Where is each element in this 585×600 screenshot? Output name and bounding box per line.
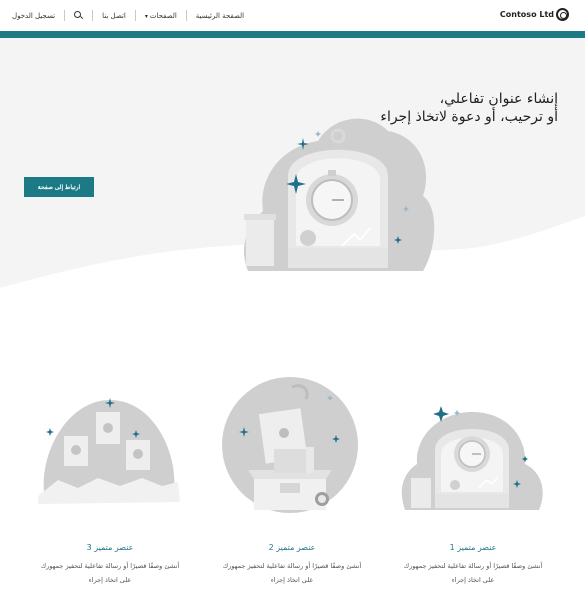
nav-divider <box>185 10 187 21</box>
search-icon[interactable] <box>74 11 83 20</box>
feature-1-illustration <box>401 406 543 510</box>
feature-1-title: عنصر متميز 1 <box>449 543 497 552</box>
feature-3-description: أنشئ وصفًا قصيرًا أو رسالة تفاعلية لتحفي… <box>30 559 190 587</box>
main-nav: تسجيل الدخول اتصل بنا ▾ الصفحات الصفحة ال… <box>12 10 244 21</box>
feature-2-description: أنشئ وصفًا قصيرًا أو رسالة تفاعلية لتحفي… <box>212 559 372 587</box>
feature-2-illustration <box>222 377 358 513</box>
feature-2-title: عنصر متميز 2 <box>268 543 316 552</box>
nav-divider <box>134 10 136 21</box>
nav-divider <box>64 10 66 21</box>
hero-section: إنشاء عنوان تفاعلي، أو ترحيب، أو دعوة لا… <box>0 38 585 300</box>
feature-1-description: أنشئ وصفًا قصيرًا أو رسالة تفاعلية لتحفي… <box>393 559 553 587</box>
site-header: تسجيل الدخول اتصل بنا ▾ الصفحات الصفحة ال… <box>0 0 585 31</box>
feature-1-desc-line2: على اتخاذ إجراء <box>451 576 495 584</box>
nav-contact-link[interactable]: اتصل بنا <box>102 12 126 20</box>
feature-3-illustration <box>38 398 180 504</box>
header-accent-bar <box>0 31 585 38</box>
feature-1-desc-line1: أنشئ وصفًا قصيرًا أو رسالة تفاعلية لتحفي… <box>403 562 543 570</box>
feature-3-desc-line1: أنشئ وصفًا قصيرًا أو رسالة تفاعلية لتحفي… <box>40 562 180 570</box>
nav-signin-link[interactable]: تسجيل الدخول <box>12 12 55 20</box>
chevron-down-icon: ▾ <box>144 12 148 20</box>
nav-divider <box>92 10 94 21</box>
nav-home-link[interactable]: الصفحة الرئيسية <box>196 12 244 20</box>
hero-stopwatch-illustration <box>243 118 435 271</box>
feature-2-desc-line1: أنشئ وصفًا قصيرًا أو رسالة تفاعلية لتحفي… <box>222 562 362 570</box>
logo-icon <box>556 8 569 21</box>
hero-cta-button[interactable]: ارتباط إلى صفحة <box>24 177 94 197</box>
feature-3-title: عنصر متميز 3 <box>86 543 134 552</box>
site-logo[interactable]: Contoso Ltd <box>500 8 569 21</box>
feature-3-desc-line2: على اتخاذ إجراء <box>88 576 132 584</box>
logo-text: Contoso Ltd <box>499 10 554 19</box>
feature-2-desc-line2: على اتخاذ إجراء <box>270 576 314 584</box>
nav-pages-label: الصفحات <box>149 11 177 20</box>
nav-pages-dropdown[interactable]: ▾ الصفحات <box>145 12 177 20</box>
